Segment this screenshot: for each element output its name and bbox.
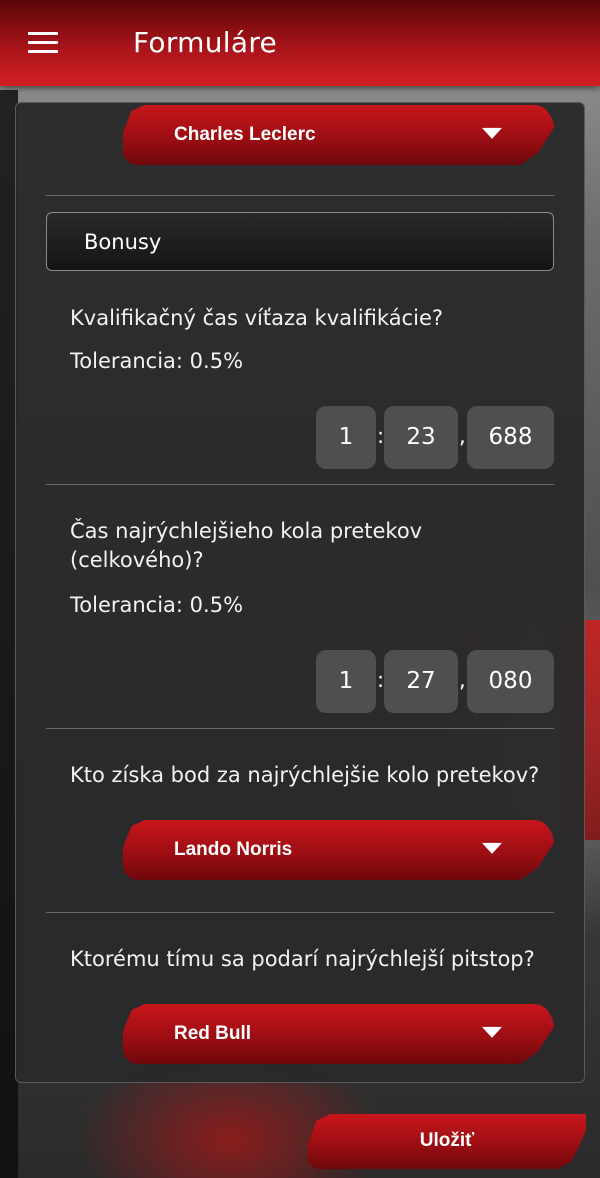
fastest-lap-driver-select[interactable]: Lando Norris — [123, 820, 555, 880]
milliseconds-input[interactable]: 688 — [467, 406, 554, 469]
page-title: Formuláre — [133, 26, 278, 59]
app-bar: Formuláre — [0, 0, 600, 86]
time-input-fastest-lap: 1 : 27 , 080 — [16, 650, 586, 713]
divider — [46, 195, 554, 196]
question-qualifying-time: Kvalifikačný čas víťaza kvalifikácie? — [70, 306, 444, 330]
chevron-down-icon — [482, 127, 502, 139]
fastest-lap-driver-value: Lando Norris — [174, 839, 293, 860]
divider — [46, 912, 554, 913]
time-separator: , — [459, 668, 466, 692]
divider — [46, 728, 554, 729]
fastest-pitstop-team-value: Red Bull — [174, 1023, 252, 1044]
question-fastest-lap-time: Čas najrýchlejšieho kola pretekov (celko… — [70, 519, 423, 572]
milliseconds-input[interactable]: 080 — [467, 650, 554, 713]
save-button-label: Uložiť — [419, 1130, 475, 1151]
tolerance-label: Tolerancia: 0.5% — [70, 349, 244, 373]
question-fastest-pitstop-team: Ktorému tímu sa podarí najrýchlejší pits… — [70, 947, 535, 971]
hamburger-menu-icon[interactable] — [28, 32, 58, 54]
chevron-down-icon — [482, 1026, 502, 1038]
time-separator: , — [459, 424, 466, 448]
minutes-input[interactable]: 1 — [316, 406, 376, 469]
fastest-pitstop-team-select[interactable]: Red Bull — [123, 1004, 555, 1064]
section-title: Bonusy — [84, 230, 162, 254]
driver-select-value: Charles Leclerc — [174, 124, 316, 145]
section-header-bonusy: Bonusy — [46, 212, 554, 271]
divider — [46, 484, 554, 485]
driver-select[interactable]: Charles Leclerc — [123, 105, 555, 165]
minutes-input[interactable]: 1 — [316, 650, 376, 713]
time-input-qualifying: 1 : 23 , 688 — [16, 406, 586, 469]
seconds-input[interactable]: 23 — [384, 406, 458, 469]
form-card: Charles Leclerc Bonusy Kvalifikačný čas … — [15, 102, 585, 1083]
tolerance-label: Tolerancia: 0.5% — [70, 593, 244, 617]
chevron-down-icon — [482, 842, 502, 854]
question-fastest-lap-driver: Kto získa bod za najrýchlejšie kolo pret… — [70, 763, 540, 787]
save-button[interactable]: Uložiť — [308, 1114, 586, 1169]
seconds-input[interactable]: 27 — [384, 650, 458, 713]
